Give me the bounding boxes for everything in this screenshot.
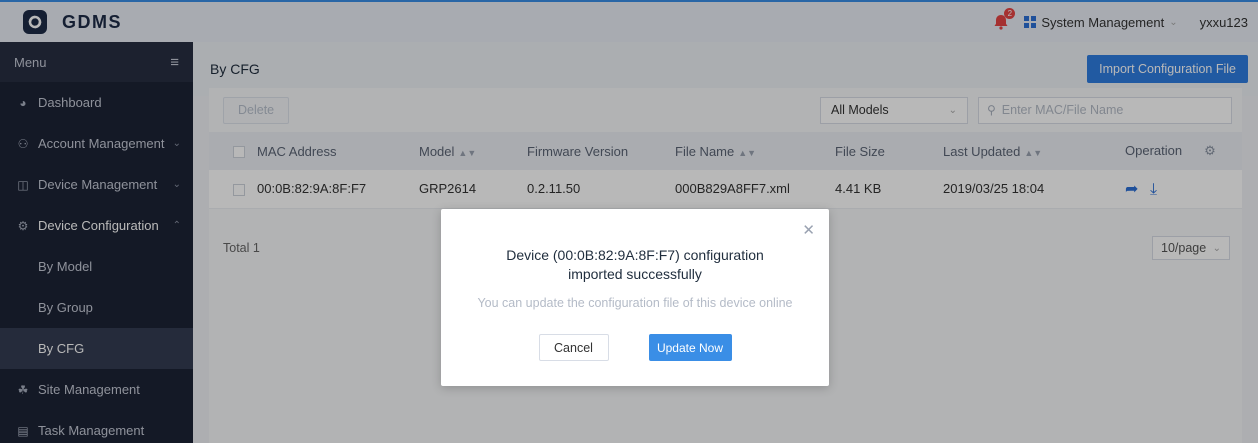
close-icon[interactable]: ✕ [802, 221, 815, 239]
cancel-button[interactable]: Cancel [538, 334, 609, 361]
dialog-actions: Cancel Update Now [441, 334, 829, 361]
update-now-button[interactable]: Update Now [648, 334, 732, 361]
import-success-dialog: ✕ Device (00:0B:82:9A:8F:F7) configurati… [441, 209, 829, 386]
dialog-subtitle: You can update the configuration file of… [477, 296, 793, 310]
dialog-title: Device (00:0B:82:9A:8F:F7) configuration… [506, 247, 764, 282]
